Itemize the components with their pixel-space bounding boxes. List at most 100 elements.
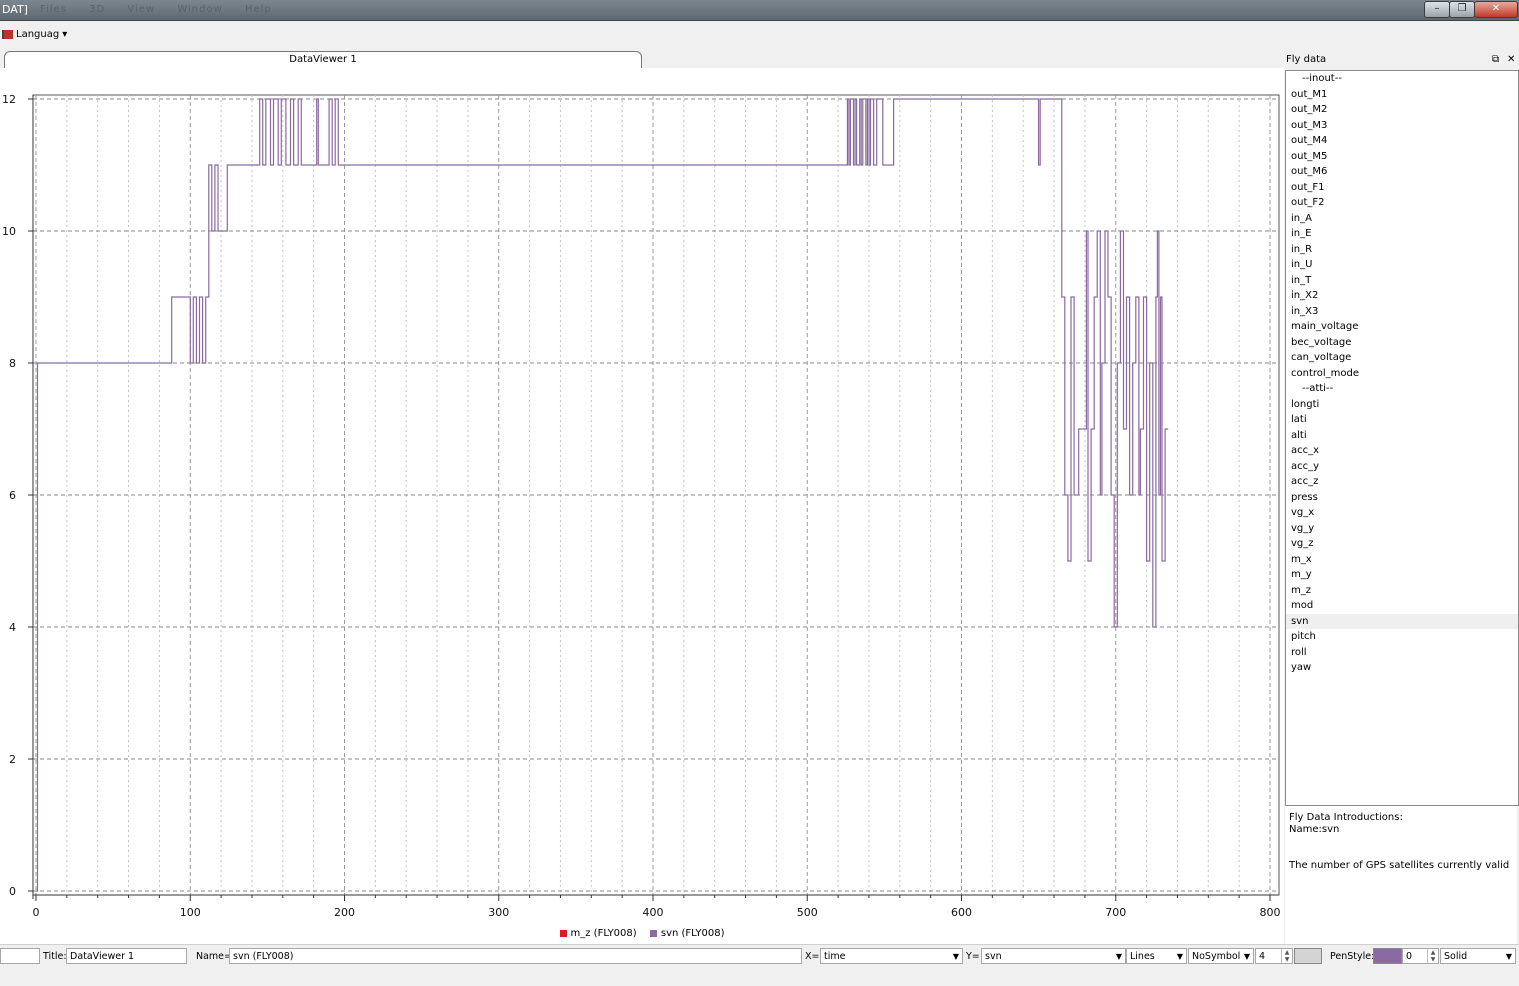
list-item-in-T[interactable]: in_T [1286,273,1518,289]
panel-header: Fly data ⧉ ✕ [1286,54,1517,68]
line-style-select[interactable]: Lines ▼ [1126,948,1187,964]
y-tick-label: 4 [9,621,16,634]
x-tick-label: 700 [1105,906,1126,919]
close-button[interactable]: ✕ [1474,1,1518,18]
list-item-in-R[interactable]: in_R [1286,242,1518,258]
pen-line-select[interactable]: Solid ▼ [1440,948,1516,964]
list-section-header: --inout-- [1302,73,1342,84]
x-tick-label: 600 [951,906,972,919]
list-item-out-M2[interactable]: out_M2 [1286,102,1518,118]
list-item-vg-z[interactable]: vg_z [1286,536,1518,552]
list-item-bec-voltage[interactable]: bec_voltage [1286,335,1518,351]
list-item-out-M4[interactable]: out_M4 [1286,133,1518,149]
list-item-pitch[interactable]: pitch [1286,629,1518,645]
symbol-size-value: 4 [1259,951,1266,962]
intro-name: Name:svn [1289,824,1340,835]
menu-item[interactable]: Files [40,4,67,15]
x-label: X= [805,951,820,962]
window-titlebar: DAT] Files 3D View Window Help – ❐ ✕ [0,0,1519,21]
intro-heading: Fly Data Introductions: [1289,812,1403,823]
intro-text: The number of GPS satellites currently v… [1289,860,1510,871]
chevron-down-icon: ▼ [1176,952,1183,961]
chevron-down-icon: ▼ [1243,952,1250,961]
legend-item-svn: svn (FLY008) [649,928,725,939]
list-item-out-M5[interactable]: out_M5 [1286,149,1518,165]
x-tick-label: 800 [1260,906,1281,919]
y-tick-label: 6 [9,489,16,502]
pen-color-button[interactable] [1373,948,1402,964]
list-item-out-F1[interactable]: out_F1 [1286,180,1518,196]
list-item-out-M6[interactable]: out_M6 [1286,164,1518,180]
legend-swatch-m-z [559,929,567,937]
menu-item[interactable]: View [127,4,155,15]
chevron-down-icon: ▾ [62,29,68,40]
window-title: DAT] [2,3,28,16]
list-item-alti[interactable]: alti [1286,428,1518,444]
pen-width-spinbox[interactable]: 0 ▲ ▼ [1402,948,1439,964]
list-item-acc-x[interactable]: acc_x [1286,443,1518,459]
list-item-acc-z[interactable]: acc_z [1286,474,1518,490]
y-tick-label: 2 [9,753,16,766]
y-tick-label: 0 [9,885,16,898]
symbol-size-spinbox[interactable]: 4 ▲ ▼ [1255,948,1293,964]
fly-data-panel: Fly data ⧉ ✕ --inout-- out_M1 out_M2 out_M3… [1284,52,1519,944]
x-tick-label: 400 [643,906,664,919]
list-item-out-M3[interactable]: out_M3 [1286,118,1518,134]
legend-item-m-z: m_z (FLY008) [559,928,640,939]
close-panel-icon[interactable]: ✕ [1507,54,1515,65]
menu-item[interactable]: 3D [89,4,105,15]
chevron-down-icon: ▼ [1115,952,1122,961]
list-item-vg-y[interactable]: vg_y [1286,521,1518,537]
list-item-m-z[interactable]: m_z [1286,583,1518,599]
list-item-in-E[interactable]: in_E [1286,226,1518,242]
symbol-select[interactable]: NoSymbol ▼ [1188,948,1254,964]
list-item-out-M1[interactable]: out_M1 [1286,87,1518,103]
list-item-longti[interactable]: longti [1286,397,1518,413]
minimize-button[interactable]: – [1424,1,1450,18]
x-axis-value: time [824,951,846,962]
menu-bar: Files 3D View Window Help [40,4,290,15]
list-item-vg-x[interactable]: vg_x [1286,505,1518,521]
flag-icon [2,30,13,39]
name-input[interactable]: svn (FLY008) [229,948,802,964]
list-item-in-X2[interactable]: in_X2 [1286,288,1518,304]
spin-arrows-icon[interactable]: ▲ ▼ [1427,949,1438,963]
list-item-roll[interactable]: roll [1286,645,1518,661]
menu-item[interactable]: Help [245,4,272,15]
symbol-color-button[interactable] [1294,948,1322,964]
pen-width-value: 0 [1406,951,1413,962]
plot-area[interactable]: 0 100 200 300 400 500 600 700 800 0 2 4 6 8 10 12 [0,68,1284,944]
svn-line-chart: 0 100 200 300 400 500 600 700 800 0 2 4 6 8 10 12 [2,93,1281,919]
maximize-button[interactable]: ❐ [1449,1,1475,18]
list-item-in-U[interactable]: in_U [1286,257,1518,273]
x-tick-label: 500 [797,906,818,919]
title-label: Title: [43,951,67,962]
float-panel-icon[interactable]: ⧉ [1492,54,1499,65]
list-item-in-X3[interactable]: in_X3 [1286,304,1518,320]
x-tick-label: 100 [180,906,201,919]
tab-dataviewer[interactable]: DataViewer 1 [4,51,642,68]
spin-arrows-icon[interactable]: ▲ ▼ [1281,949,1292,963]
y-axis-select[interactable]: svn ▼ [981,948,1126,964]
language-menu[interactable]: Languag ▾ [2,29,67,40]
fly-data-list[interactable]: --inout-- out_M1 out_M2 out_M3 out_M4 out_M5 o… [1285,70,1519,806]
x-tick-label: 0 [33,906,40,919]
list-item-acc-y[interactable]: acc_y [1286,459,1518,475]
list-item-control-mode[interactable]: control_mode [1286,366,1518,382]
list-item-svn[interactable]: svn [1286,613,1518,629]
list-item-lati[interactable]: lati [1286,412,1518,428]
list-item-mod[interactable]: mod [1286,598,1518,614]
list-item-in-A[interactable]: in_A [1286,211,1518,227]
list-item-can-voltage[interactable]: can_voltage [1286,350,1518,366]
list-item-press[interactable]: press [1286,490,1518,506]
legend-label: svn (FLY008) [660,928,725,939]
title-input[interactable]: DataViewer 1 [66,948,187,964]
menu-item[interactable]: Window [177,4,222,15]
list-item-out-F2[interactable]: out_F2 [1286,195,1518,211]
list-item-yaw[interactable]: yaw [1286,660,1518,676]
list-item-main-voltage[interactable]: main_voltage [1286,319,1518,335]
x-axis-select[interactable]: time ▼ [820,948,963,964]
list-item-m-y[interactable]: m_y [1286,567,1518,583]
blank-field[interactable] [0,948,40,964]
list-item-m-x[interactable]: m_x [1286,552,1518,568]
